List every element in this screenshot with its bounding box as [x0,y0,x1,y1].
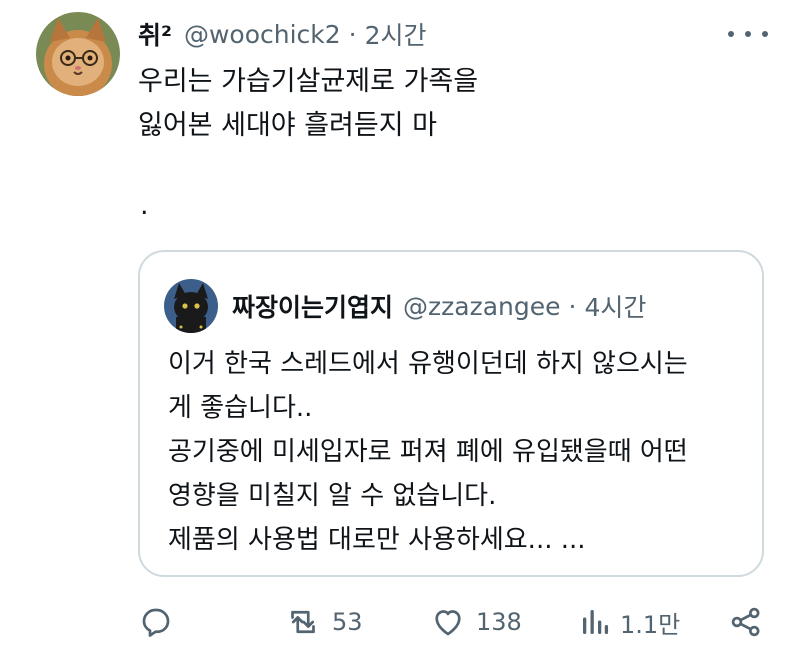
separator-dot: · [348,19,357,49]
author-name[interactable]: 취² [138,16,172,52]
views-button[interactable]: 1.1만 [580,600,680,644]
heart-icon [435,610,461,636]
more-options-button[interactable] [728,20,768,48]
quoted-tweet-header: 짜장이는기엽지 @zzazangee · 4시간 [232,288,646,324]
more-dot-icon [762,31,768,37]
separator-dot: · [568,291,577,321]
quoted-tweet-timestamp: 4시간 [584,293,647,322]
tweet-text: 우리는 가습기살균제로 가족을 잃어본 세대야 흘려듣지 마 [138,60,748,148]
retweet-count: 53 [332,608,363,636]
share-button[interactable] [728,600,764,644]
tweet-text-trailing: . [140,190,149,221]
author-handle[interactable]: @woochick2 [184,20,341,49]
author-avatar[interactable] [36,12,120,96]
like-button[interactable]: 138 [430,600,522,644]
quoted-text-line: 이거 한국 스레드에서 유행이던데 하지 않으시는 [168,349,688,379]
retweet-icon [291,610,315,634]
quoted-text-line: 게 좋습니다.. [168,393,313,423]
share-icon [731,607,760,637]
views-icon [583,610,609,634]
quoted-text-line: 영향을 미칠지 알 수 없습니다. [168,481,497,511]
tweet-text-line: 잃어본 세대야 흘려듣지 마 [138,110,437,141]
quoted-author-handle: @zzazangee [403,291,561,321]
quoted-tweet-card[interactable]: 짜장이는기엽지 @zzazangee · 4시간 이거 한국 스레드에서 유행이… [138,250,764,577]
reply-button[interactable] [138,600,174,644]
more-dot-icon [745,31,751,37]
tweet-timestamp[interactable]: 2시간 [365,16,427,52]
quoted-text-line: 제품의 사용법 대로만 사용하세요... ... [168,525,586,555]
like-count: 138 [476,608,522,636]
reply-icon [142,608,170,637]
quoted-author-name: 짜장이는기엽지 [232,293,394,322]
tweet-action-bar: 53 138 1.1만 [138,600,768,644]
quoted-author-avatar [164,279,218,333]
tweet-text-line: 우리는 가습기살균제로 가족을 [138,66,479,97]
tweet-header: 취² @woochick2 · 2시간 [138,16,427,52]
quoted-text-line: 공기중에 미세입자로 퍼져 폐에 유입됐을때 어떤 [168,437,688,467]
retweet-button[interactable]: 53 [284,600,363,644]
quoted-tweet-text: 이거 한국 스레드에서 유행이던데 하지 않으시는 게 좋습니다.. 공기중에 … [168,342,758,562]
views-count: 1.1만 [620,610,681,639]
more-dot-icon [728,31,734,37]
